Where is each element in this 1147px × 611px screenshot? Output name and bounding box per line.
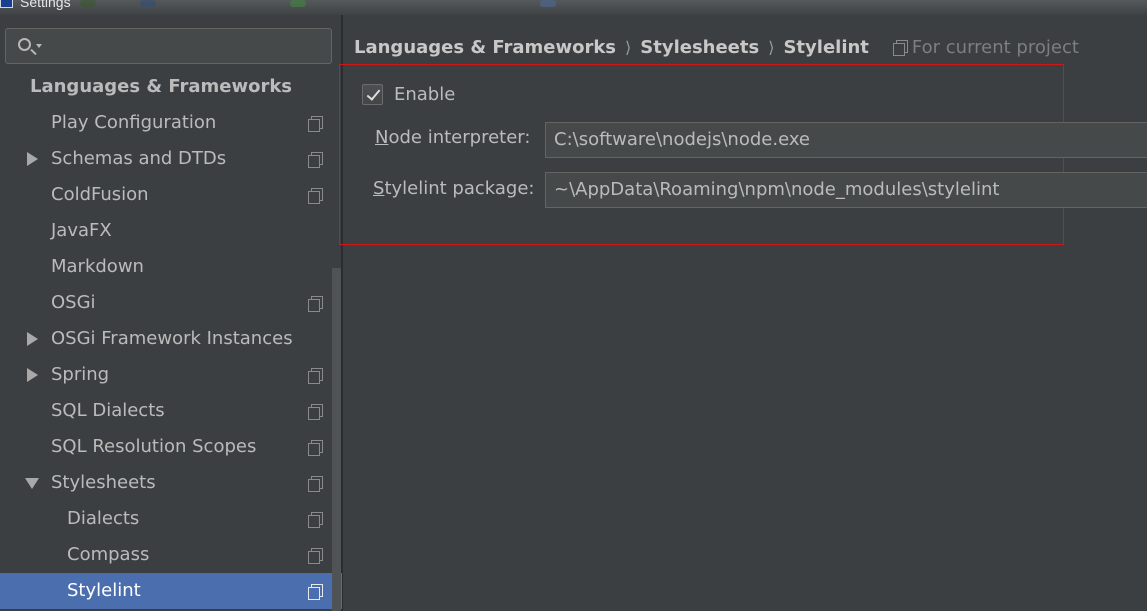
project-scope-icon: [308, 152, 323, 168]
sidebar-item-label: Spring: [51, 364, 110, 385]
project-scope-icon: [892, 40, 908, 56]
sidebar-item-label: Play Configuration: [51, 112, 217, 133]
sidebar-item[interactable]: JavaFX: [0, 213, 342, 249]
breadcrumb-item: Stylesheets: [640, 36, 760, 58]
toolbar-icon: [540, 0, 556, 7]
toolbar-icon: [140, 0, 156, 7]
sidebar-item[interactable]: OSGi Framework Instances: [0, 321, 342, 357]
sidebar-item[interactable]: Stylelint: [0, 573, 342, 609]
sidebar-item[interactable]: Spring: [0, 357, 342, 393]
breadcrumb-item: Stylelint: [783, 36, 869, 58]
toolbar-icon: [80, 0, 96, 7]
chevron-down-icon[interactable]: [25, 478, 39, 489]
sidebar-scrollbar[interactable]: [332, 268, 341, 611]
sidebar-item-label: OSGi Framework Instances: [51, 328, 293, 349]
sidebar-item-label: Stylelint: [67, 580, 141, 601]
search-icon[interactable]: [18, 38, 31, 51]
project-scope-icon: [308, 584, 323, 600]
sidebar-item[interactable]: Markdown: [0, 249, 342, 285]
scope-label: For current project: [911, 36, 1079, 58]
sidebar-item[interactable]: Compass: [0, 537, 342, 573]
sidebar-item[interactable]: Stylesheets: [0, 465, 342, 501]
sidebar-item[interactable]: SQL Dialects: [0, 393, 342, 429]
sidebar-item[interactable]: OSGi: [0, 285, 342, 321]
mnemonic: S: [373, 178, 385, 199]
breadcrumb-item: Languages & Frameworks: [354, 36, 617, 58]
project-scope-icon: [308, 188, 323, 204]
app-icon: [0, 0, 13, 8]
settings-sidebar: Languages & Frameworks Play Configuration…: [0, 15, 342, 611]
sidebar-item-label: Schemas and DTDs: [51, 148, 227, 169]
sidebar-item-label: Languages & Frameworks: [30, 76, 293, 97]
mnemonic: N: [375, 127, 389, 148]
sidebar-item-label: SQL Dialects: [51, 400, 165, 421]
sidebar-section-header[interactable]: Languages & Frameworks: [0, 69, 342, 105]
settings-content: Languages & Frameworks ⟩ Stylesheets ⟩ S…: [339, 15, 1147, 611]
sidebar-item-label: SQL Resolution Scopes: [51, 436, 257, 457]
chevron-right-icon[interactable]: [27, 152, 38, 166]
sidebar-item[interactable]: Play Configuration: [0, 105, 342, 141]
sidebar-item[interactable]: SQL Resolution Scopes: [0, 429, 342, 465]
title-bar: Settings: [0, 0, 1147, 15]
breadcrumb: Languages & Frameworks ⟩ Stylesheets ⟩ S…: [354, 34, 1079, 60]
sidebar-item[interactable]: Dialects: [0, 501, 342, 537]
toolbar-icon: [290, 0, 306, 7]
project-scope-icon: [308, 512, 323, 528]
window-title: Settings: [20, 0, 71, 10]
sidebar-item[interactable]: Schemas and DTDs: [0, 141, 342, 177]
node-interpreter-field[interactable]: C:\software\nodejs\node.exe: [545, 122, 1147, 158]
search-input[interactable]: [5, 28, 332, 64]
label-text: ode interpreter:: [388, 127, 531, 148]
project-scope-icon: [308, 368, 323, 384]
label-text: tylelint package:: [384, 178, 535, 199]
enable-row[interactable]: Enable: [362, 81, 455, 107]
sidebar-item[interactable]: ColdFusion: [0, 177, 342, 213]
project-scope-icon: [308, 548, 323, 564]
stylelint-package-field[interactable]: ~\AppData\Roaming\npm\node_modules\style…: [545, 172, 1147, 208]
chevron-right-icon[interactable]: [27, 368, 38, 382]
sidebar-item-label: OSGi: [51, 292, 96, 313]
sidebar-item-label: Markdown: [51, 256, 144, 277]
breadcrumb-separator: ⟩: [768, 37, 775, 57]
enable-label[interactable]: Enable: [394, 84, 455, 105]
sidebar-item-label: JavaFX: [51, 220, 112, 241]
enable-checkbox[interactable]: [362, 83, 383, 105]
node-interpreter-label: Node interpreter:: [375, 127, 530, 148]
sidebar-item-label: ColdFusion: [51, 184, 149, 205]
breadcrumb-separator: ⟩: [625, 37, 632, 57]
stylelint-package-label: Stylelint package:: [373, 178, 534, 199]
project-scope-icon: [308, 404, 323, 420]
project-scope-icon: [308, 440, 323, 456]
sidebar-item-label: Dialects: [67, 508, 140, 529]
chevron-down-icon[interactable]: [36, 44, 42, 48]
chevron-right-icon[interactable]: [27, 332, 38, 346]
sidebar-item-label: Stylesheets: [51, 472, 156, 493]
sidebar-item-label: Compass: [67, 544, 150, 565]
project-scope-icon: [308, 476, 323, 492]
project-scope-icon: [308, 296, 323, 312]
project-scope-icon: [308, 116, 323, 132]
